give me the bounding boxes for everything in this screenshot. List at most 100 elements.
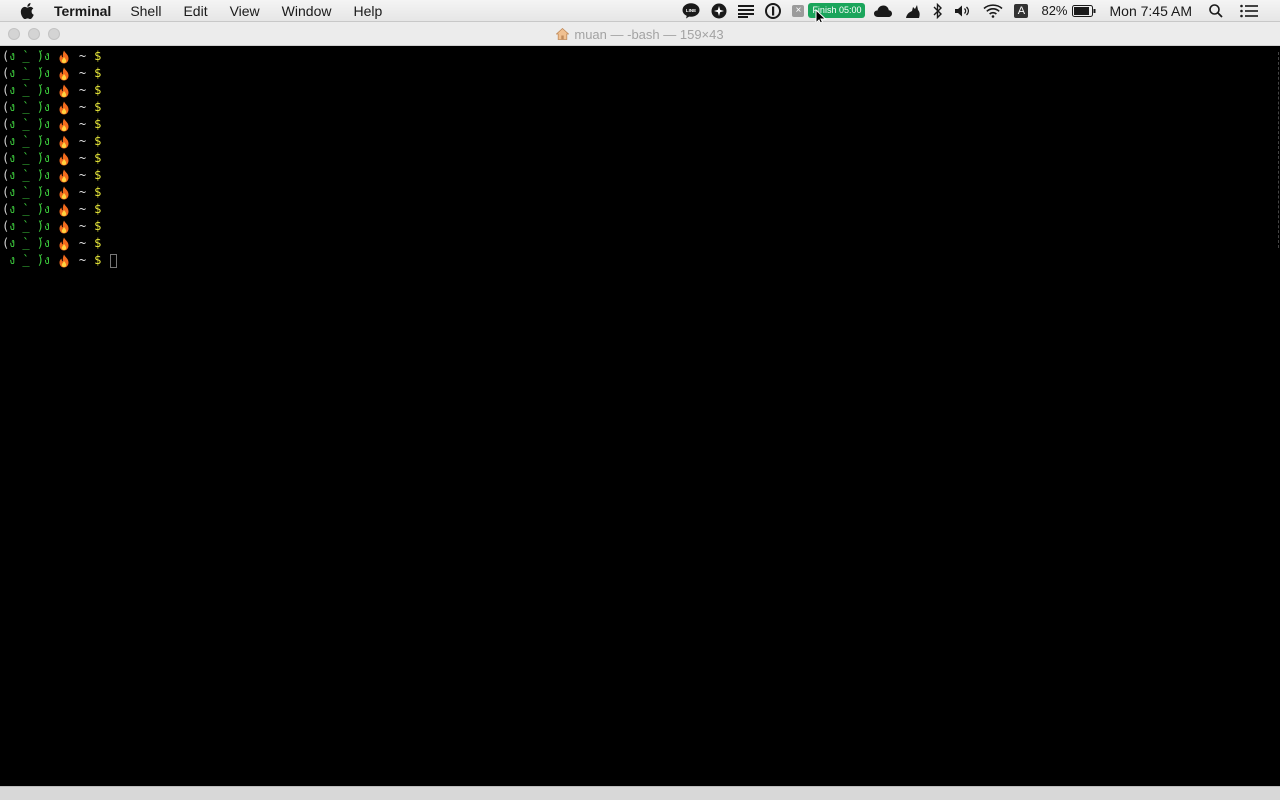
terminal-prompt-line: (ง ̀_ ́)ง ~ $: [0, 235, 1280, 252]
terminal-output[interactable]: (ง ̀_ ́)ง ~ $(ง ̀_ ́)ง ~ $(ง ̀_ ́)ง ~ $(ง ̀_ ́…: [0, 46, 1280, 786]
terminal-prompt-line: (ง ̀_ ́)ง ~ $: [0, 65, 1280, 82]
prompt-face: ง ̀_ ́)ง: [9, 66, 50, 80]
menu-clock[interactable]: Mon 7:45 AM: [1110, 3, 1193, 19]
apple-menu-icon[interactable]: [20, 2, 34, 19]
cloud-icon[interactable]: [873, 0, 893, 22]
terminal-prompt-line: (ง ̀_ ́)ง ~ $: [0, 133, 1280, 150]
window-title-text: muan — -bash — 159×43: [574, 26, 724, 42]
prompt-bracket: (: [2, 66, 10, 80]
prompt-bracket: (: [2, 134, 10, 148]
flame-icon: [58, 203, 70, 217]
prompt-bracket: (: [2, 151, 10, 165]
prompt-cwd: ~: [78, 219, 87, 233]
prompt-face: ง ̀_ ́)ง: [9, 236, 50, 250]
prompt-cwd: ~: [78, 151, 87, 165]
prompt-bracket: (: [2, 185, 10, 199]
prompt-cwd: ~: [78, 253, 87, 267]
1password-icon[interactable]: [765, 0, 782, 22]
menu-window[interactable]: Window: [282, 3, 332, 19]
compass-icon[interactable]: [711, 0, 727, 22]
prompt-bracket: (: [2, 236, 10, 250]
prompt-bracket: (: [2, 219, 10, 233]
flame-icon: [58, 220, 70, 234]
prompt-face: ง ̀_ ́)ง: [9, 185, 50, 199]
prompt-bracket: (: [2, 83, 10, 97]
flame-icon: [58, 237, 70, 251]
terminal-prompt-line: (ง ̀_ ́)ง ~ $: [0, 82, 1280, 99]
flame-icon: [58, 186, 70, 200]
flame-icon: [58, 101, 70, 115]
terminal-prompt-line: (ง ̀_ ́)ง ~ $: [0, 99, 1280, 116]
terminal-prompt-line: (ง ̀_ ́)ง ~ $: [0, 201, 1280, 218]
prompt-cwd: ~: [78, 83, 87, 97]
svg-text:LINE: LINE: [686, 8, 696, 13]
flame-icon: [58, 84, 70, 98]
window-bottom-edge: [0, 786, 1280, 800]
wifi-icon[interactable]: [983, 0, 1004, 22]
prompt-cwd: ~: [78, 236, 87, 250]
prompt-cwd: ~: [78, 100, 87, 114]
battery-icon[interactable]: [1071, 0, 1096, 22]
prompt-cwd: ~: [78, 49, 87, 63]
flame-icon: [58, 67, 70, 81]
prompt-dollar: $: [94, 236, 102, 250]
prompt-face: ง ̀_ ́)ง: [9, 117, 50, 131]
prompt-dollar: $: [94, 185, 102, 199]
flame-icon: [58, 254, 70, 268]
prompt-dollar: $: [94, 151, 102, 165]
spotlight-search-icon[interactable]: [1209, 0, 1223, 22]
prompt-dollar: $: [94, 49, 102, 63]
notification-center-icon[interactable]: [1240, 0, 1258, 22]
terminal-window-titlebar[interactable]: muan — -bash — 159×43: [0, 22, 1280, 46]
volume-icon[interactable]: [954, 0, 972, 22]
prompt-face: ง ̀_ ́)ง: [9, 134, 50, 148]
bluetooth-icon[interactable]: [933, 0, 943, 22]
terminal-prompt-line: (ง ̀_ ́)ง ~ $: [0, 48, 1280, 65]
prompt-dollar: $: [94, 83, 102, 97]
prompt-dollar: $: [94, 219, 102, 233]
prompt-bracket: (: [2, 49, 10, 63]
prompt-bracket: (: [2, 168, 10, 182]
flame-icon: [58, 118, 70, 132]
prompt-dollar: $: [94, 100, 102, 114]
prompt-face: ง ̀_ ́)ง: [9, 219, 50, 233]
app-menu-terminal[interactable]: Terminal: [54, 3, 111, 19]
terminal-prompt-line: (ง ̀_ ́)ง ~ $: [0, 184, 1280, 201]
terminal-prompt-line: (ง ̀_ ́)ง ~ $: [0, 167, 1280, 184]
terminal-prompt-line: (ง ̀_ ́)ง ~ $: [0, 150, 1280, 167]
prompt-cwd: ~: [78, 134, 87, 148]
terminal-prompt-line: (ง ̀_ ́)ง ~ $: [0, 218, 1280, 235]
cat-icon[interactable]: [904, 0, 922, 22]
prompt-cwd: ~: [78, 202, 87, 216]
prompt-cwd: ~: [78, 66, 87, 80]
input-source-icon[interactable]: A: [1014, 0, 1029, 22]
prompt-cwd: ~: [78, 185, 87, 199]
battery-percent[interactable]: 82%: [1041, 3, 1067, 18]
prompt-face: ง ̀_ ́)ง: [9, 202, 50, 216]
prompt-cwd: ~: [78, 168, 87, 182]
prompt-face: ง ̀_ ́)ง: [9, 100, 50, 114]
menu-bar: Terminal Shell Edit View Window Help LIN…: [0, 0, 1280, 22]
prompt-dollar: $: [94, 202, 102, 216]
text-lines-icon[interactable]: [738, 0, 755, 22]
prompt-face: ง ̀_ ́)ง: [9, 168, 50, 182]
flame-icon: [58, 135, 70, 149]
prompt-bracket: (: [2, 202, 10, 216]
prompt-face: ง ̀_ ́)ง: [9, 49, 50, 63]
menu-shell[interactable]: Shell: [130, 3, 161, 19]
prompt-dollar: $: [94, 117, 102, 131]
terminal-cursor[interactable]: [110, 253, 118, 268]
menu-edit[interactable]: Edit: [183, 3, 207, 19]
prompt-bracket: (: [2, 117, 10, 131]
flame-icon: [58, 152, 70, 166]
menu-view[interactable]: View: [230, 3, 260, 19]
line-app-icon[interactable]: LINE: [682, 0, 700, 22]
window-title: muan — -bash — 159×43: [0, 22, 1280, 46]
menu-help[interactable]: Help: [353, 3, 382, 19]
prompt-dollar: $: [94, 253, 102, 267]
terminal-prompt-line: (ง ̀_ ́)ง ~ $: [0, 116, 1280, 133]
scroll-edge-marker: [1277, 52, 1279, 248]
prompt-face: ง ̀_ ́)ง: [9, 83, 50, 97]
close-box-icon[interactable]: ×: [792, 0, 805, 22]
prompt-cwd: ~: [78, 117, 87, 131]
